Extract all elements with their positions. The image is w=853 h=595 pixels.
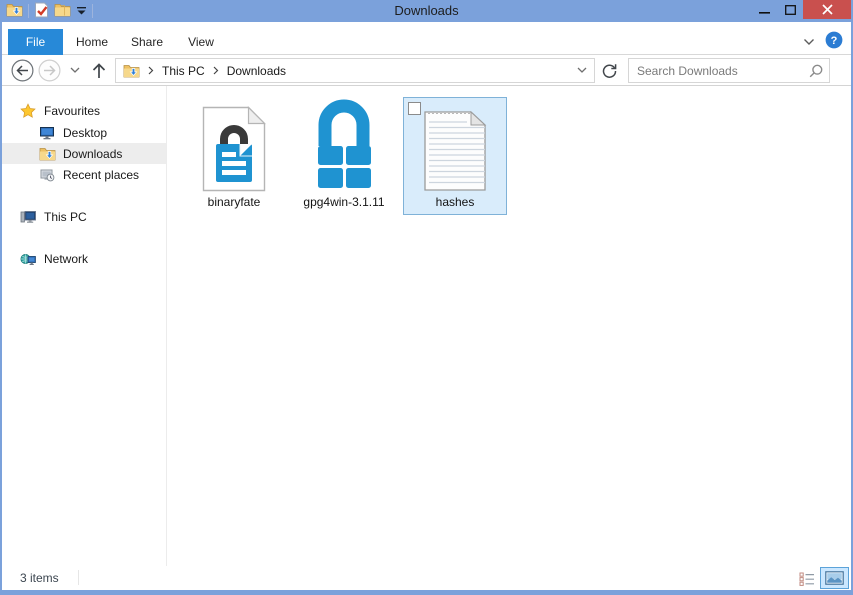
downloads-folder-icon [39,146,55,162]
breadcrumb-segment-downloads[interactable]: Downloads [221,64,292,78]
file-name: binaryfate [208,195,261,209]
sidebar-item-label: Favourites [44,104,100,118]
navigation-bar: This PC Downloads [2,55,851,86]
address-bar[interactable]: This PC Downloads [115,58,595,83]
back-arrow-icon[interactable] [11,59,34,82]
breadcrumb-chevron-icon [211,66,221,75]
sidebar-item-this-pc[interactable]: This PC [2,206,166,227]
tab-file[interactable]: File [8,29,63,55]
sidebar-item-label: Downloads [63,147,122,161]
search-input[interactable] [629,64,803,78]
sidebar-item-label: Desktop [63,126,107,140]
sidebar-item-desktop[interactable]: Desktop [2,122,166,143]
maximize-button[interactable] [777,0,803,19]
network-icon [20,251,36,267]
items-count: 3 items [20,571,59,585]
file-item-hashes[interactable]: hashes [403,97,507,215]
desktop-monitor-icon [39,125,55,141]
tab-share[interactable]: Share [122,29,172,55]
sidebar-item-label: Network [44,252,88,266]
history-dropdown-icon[interactable] [68,65,82,75]
sidebar-item-downloads[interactable]: Downloads [2,143,166,164]
details-view-button[interactable] [798,570,815,587]
tab-view[interactable]: View [176,29,226,55]
minimize-button[interactable] [751,0,777,19]
address-dropdown-icon[interactable] [570,59,594,82]
file-name: gpg4win-3.1.11 [303,195,384,209]
svg-text:?: ? [831,35,838,47]
status-bar: 3 items [2,566,851,590]
window-border [0,590,853,595]
sidebar-item-favourites[interactable]: Favourites [2,100,166,121]
sidebar-item-recent-places[interactable]: Recent places [2,164,166,185]
pane-divider [166,86,167,566]
refresh-icon[interactable] [597,58,621,83]
close-button[interactable] [803,0,851,19]
recent-places-icon [39,167,55,183]
help-icon[interactable]: ? [825,31,843,49]
chevron-down-icon[interactable] [800,33,818,51]
selection-checkbox[interactable] [408,102,421,115]
favourites-star-icon [20,103,36,119]
window-controls [751,0,851,19]
file-name: hashes [436,195,475,209]
breadcrumb-segment-this-pc[interactable]: This PC [156,64,211,78]
gpg4win-lock-icon [304,98,384,192]
ribbon-tabstrip: File Home Share View ? [2,22,851,55]
tab-home[interactable]: Home [68,29,116,55]
this-pc-icon [20,209,36,225]
status-separator [78,570,79,585]
file-item-binaryfate[interactable]: binaryfate [182,97,286,215]
magnifier-icon[interactable] [803,64,829,78]
signature-document-icon [202,98,266,192]
file-item-gpg4win[interactable]: gpg4win-3.1.11 [292,97,396,215]
sidebar-item-network[interactable]: Network [2,248,166,269]
titlebar: Downloads [0,0,853,22]
navigation-pane: Favourites Desktop Download [2,86,166,566]
sidebar-item-label: Recent places [63,168,139,182]
large-icons-view-button[interactable] [820,567,849,589]
downloads-folder-icon [123,63,140,78]
breadcrumb-chevron-icon [146,66,156,75]
up-arrow-icon[interactable] [89,60,109,81]
text-document-icon [423,98,487,192]
search-box [628,58,830,83]
sidebar-item-label: This PC [44,210,87,224]
window-title: Downloads [0,3,853,18]
forward-arrow-icon[interactable] [38,59,61,82]
explorer-window: Downloads File Home Share View ? [0,0,853,595]
